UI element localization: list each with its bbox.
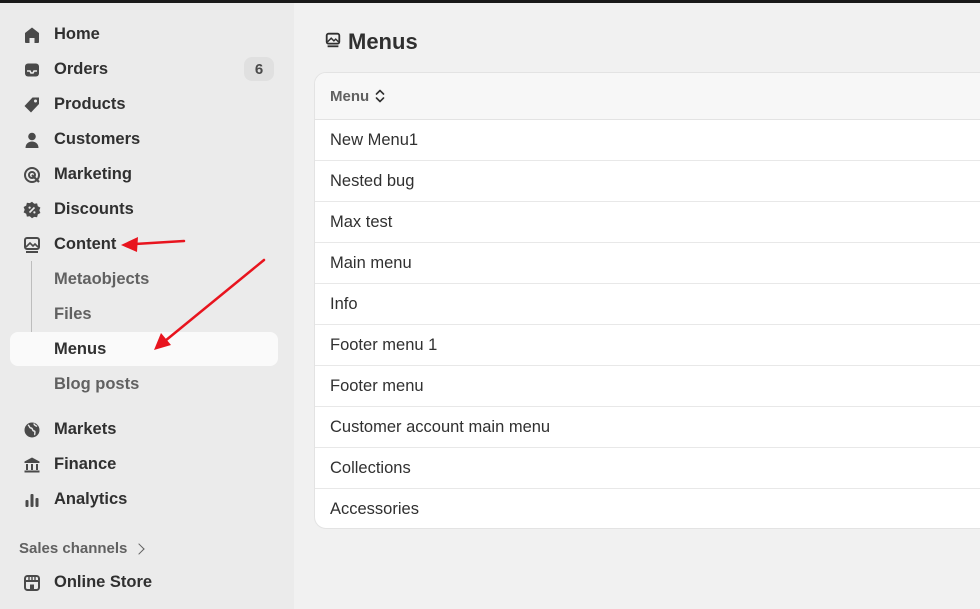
target-icon xyxy=(22,165,42,185)
table-row[interactable]: Info xyxy=(315,284,980,325)
sidebar: Home Orders 6 Products Customers Marketi… xyxy=(0,3,294,609)
sidebar-item-marketing[interactable]: Marketing xyxy=(10,157,278,191)
sidebar-item-online-store[interactable]: Online Store xyxy=(10,565,278,599)
menu-name: Footer menu xyxy=(330,376,424,395)
discount-icon xyxy=(22,200,42,220)
image-icon xyxy=(324,31,342,54)
sidebar-subitem-label: Blog posts xyxy=(54,375,140,393)
table-row[interactable]: Collections xyxy=(315,448,980,489)
globe-icon xyxy=(22,420,42,440)
table-row[interactable]: Customer account main menu xyxy=(315,407,980,448)
sidebar-item-customers[interactable]: Customers xyxy=(10,122,278,156)
sidebar-item-content[interactable]: Content xyxy=(10,227,278,261)
sort-icon xyxy=(374,88,386,104)
bar-chart-icon xyxy=(22,490,42,510)
sidebar-subitem-label: Menus xyxy=(54,340,107,358)
column-header-label: Menu xyxy=(330,87,370,105)
table-row[interactable]: Nested bug xyxy=(315,161,980,202)
sidebar-item-label: Discounts xyxy=(54,200,134,218)
sidebar-item-discounts[interactable]: Discounts xyxy=(10,192,278,226)
sidebar-subitem-label: Metaobjects xyxy=(54,270,150,288)
sidebar-subitem-label: Files xyxy=(54,305,92,323)
person-icon xyxy=(22,130,42,150)
menu-name: Accessories xyxy=(330,500,419,518)
table-row[interactable]: Max test xyxy=(315,202,980,243)
sidebar-subitem-metaobjects[interactable]: Metaobjects xyxy=(10,262,278,296)
sidebar-item-label: Home xyxy=(54,25,100,43)
menu-name: Customer account main menu xyxy=(330,417,551,436)
sidebar-item-label: Products xyxy=(54,95,126,113)
sidebar-subitem-files[interactable]: Files xyxy=(10,297,278,331)
sidebar-item-analytics[interactable]: Analytics xyxy=(10,482,278,516)
sidebar-item-markets[interactable]: Markets xyxy=(10,412,278,446)
sidebar-item-label: Markets xyxy=(54,420,117,438)
sidebar-item-orders[interactable]: Orders 6 xyxy=(10,52,278,86)
page-title: Menus xyxy=(324,29,418,55)
menu-column-sort-button[interactable]: Menu xyxy=(330,88,386,105)
table-row[interactable]: Footer menu xyxy=(315,366,980,407)
sidebar-subitem-menus[interactable]: Menus xyxy=(10,332,278,366)
sales-channels-label: Sales channels xyxy=(19,540,128,557)
sidebar-item-finance[interactable]: Finance xyxy=(10,447,278,481)
sidebar-item-label: Orders xyxy=(54,60,109,78)
sidebar-item-label: Analytics xyxy=(54,490,128,508)
menu-name: Nested bug xyxy=(330,171,415,190)
store-icon xyxy=(22,573,42,593)
sidebar-item-label: Finance xyxy=(54,455,117,473)
menu-name: Main menu xyxy=(330,253,412,272)
bank-icon xyxy=(22,455,42,475)
sidebar-item-label: Customers xyxy=(54,130,141,148)
sidebar-item-label: Online Store xyxy=(54,573,153,591)
orders-count-badge: 6 xyxy=(244,57,274,81)
menu-name: Footer menu 1 xyxy=(330,335,438,354)
table-row[interactable]: Footer menu 1 xyxy=(315,325,980,366)
sidebar-item-label: Content xyxy=(54,235,117,253)
menus-table: Menu New Menu1 Nested bug Max test Main … xyxy=(314,72,980,529)
inbox-icon xyxy=(22,60,42,80)
sales-channels-heading[interactable]: Sales channels xyxy=(19,540,146,557)
home-icon xyxy=(22,25,42,45)
table-row[interactable]: Main menu xyxy=(315,243,980,284)
sidebar-subitem-blog-posts[interactable]: Blog posts xyxy=(10,367,278,401)
tag-icon xyxy=(22,95,42,115)
chevron-right-icon xyxy=(133,542,146,555)
page-title-text: Menus xyxy=(348,29,418,54)
menu-name: New Menu1 xyxy=(330,130,419,149)
menu-name: Max test xyxy=(330,212,393,231)
table-header: Menu xyxy=(315,73,980,120)
menu-name: Info xyxy=(330,294,358,313)
sidebar-item-products[interactable]: Products xyxy=(10,87,278,121)
sidebar-item-home[interactable]: Home xyxy=(10,17,278,51)
image-icon xyxy=(22,235,42,255)
table-row[interactable]: New Menu1 xyxy=(315,120,980,161)
table-row[interactable]: Accessories xyxy=(315,489,980,528)
sidebar-item-label: Marketing xyxy=(54,165,132,183)
menu-name: Collections xyxy=(330,458,411,477)
main-content: Menus Menu New Menu1 Nested bug Max test… xyxy=(294,3,980,609)
